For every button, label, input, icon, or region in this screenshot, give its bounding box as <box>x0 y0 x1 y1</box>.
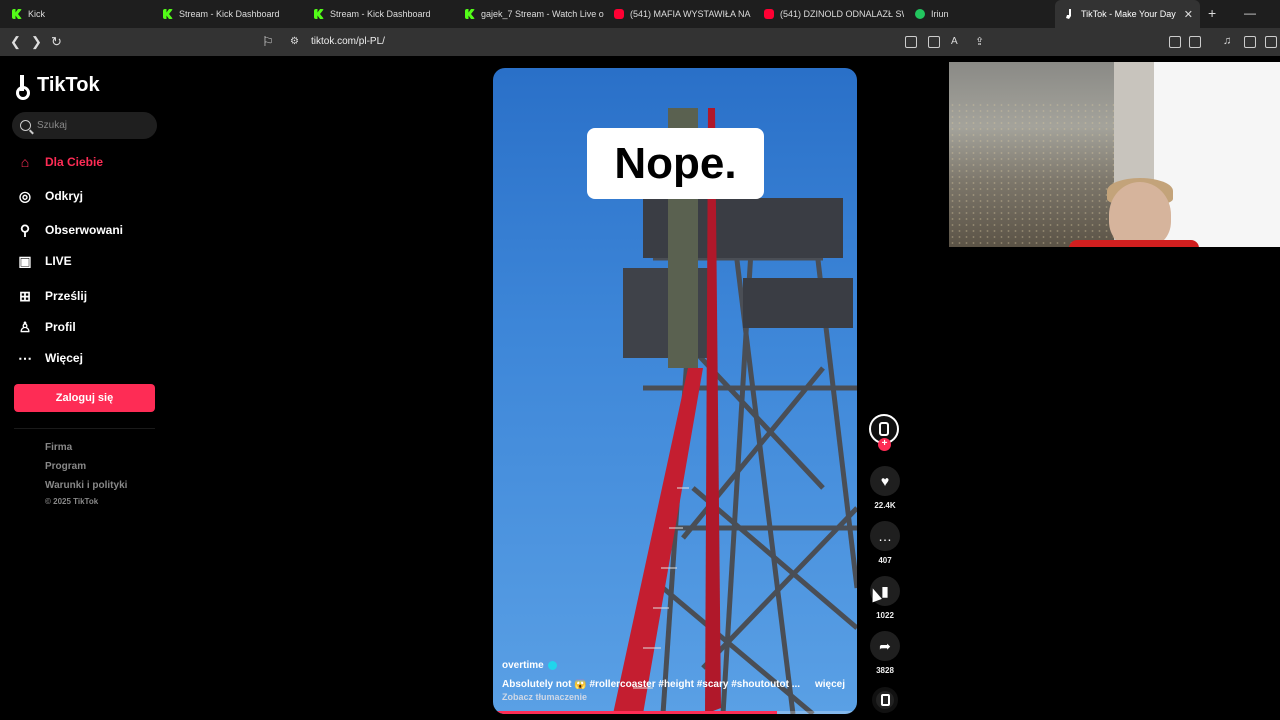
site-settings-icon[interactable]: ⚙ <box>290 36 299 47</box>
wallet-icon[interactable] <box>1265 36 1277 48</box>
city-lights-texture <box>949 102 1114 247</box>
screenshot-icon[interactable] <box>1189 36 1201 48</box>
reload-icon[interactable]: ↻ <box>51 34 62 50</box>
kick-icon <box>314 9 324 19</box>
browser-tab[interactable]: Stream - Kick Dashboard <box>153 0 303 28</box>
like-action[interactable]: ♥ 22.4K <box>869 466 901 510</box>
cast-icon[interactable] <box>928 36 940 48</box>
sidebar-item-upload[interactable]: ⊞ Prześlij <box>16 286 87 306</box>
user-follow-icon: ⚲ <box>19 221 31 238</box>
video-overlay-caption: Nope. <box>587 128 764 199</box>
profile-icon: ♙ <box>18 318 32 335</box>
like-count: 22.4K <box>874 501 896 510</box>
block-icon[interactable] <box>905 36 917 48</box>
sidebar-item-profile[interactable]: ♙ Profil <box>16 317 76 337</box>
forward-icon[interactable]: ❯ <box>31 34 42 50</box>
sidebar-item-for-you[interactable]: ⌂ Dla Ciebie <box>16 152 103 172</box>
verified-badge-icon <box>547 661 557 670</box>
tiktok-note-icon <box>16 74 34 100</box>
sidebar-item-explore[interactable]: ◎ Odkryj <box>16 186 83 206</box>
live-tv-icon: ▣ <box>18 252 32 269</box>
kick-icon <box>465 9 475 19</box>
overtime-logo-icon <box>879 422 889 436</box>
more-dots-icon: ⋯ <box>18 349 32 366</box>
comment-action[interactable]: … 407 <box>869 521 901 565</box>
person-face <box>1109 182 1171 247</box>
translate-link[interactable]: Zobacz tłumaczenie <box>502 692 587 702</box>
sidebar-divider <box>14 428 155 429</box>
video-author[interactable]: overtime <box>502 660 557 671</box>
music-icon[interactable]: ♫ <box>1223 35 1231 47</box>
video-player[interactable]: Nope. overtime Absolutely not 😱 #rollerc… <box>493 68 857 714</box>
browser-tab-bar: Kick Stream - Kick Dashboard Stream - Ki… <box>0 0 1280 28</box>
compass-icon: ◎ <box>18 187 32 204</box>
comment-count: 407 <box>878 556 892 565</box>
url-field[interactable]: tiktok.com/pl-PL/ <box>311 36 385 47</box>
share-icon[interactable]: ⇪ <box>975 35 984 48</box>
back-icon[interactable]: ❮ <box>10 34 21 50</box>
window-light <box>1154 62 1280 247</box>
video-description: Absolutely not 😱 #rollercoaster #height … <box>502 679 801 690</box>
save-count: 1022 <box>876 611 894 620</box>
search-bar[interactable] <box>12 112 157 139</box>
browser-tab[interactable]: gajek_7 Stream - Watch Live o <box>455 0 605 28</box>
music-disc-icon[interactable] <box>872 687 898 713</box>
browser-tab[interactable]: (541) DZINOLD ODNALAZŁ SW <box>754 0 904 28</box>
webcam-overlay <box>949 62 1280 247</box>
browser-tab[interactable]: Iriun <box>905 0 1055 28</box>
video-progress-bar[interactable] <box>493 711 857 714</box>
sidebar-toggle-icon[interactable] <box>1244 36 1256 48</box>
video-progress-fill <box>493 711 777 714</box>
comment-icon[interactable]: … <box>870 521 900 551</box>
sidebar-item-following[interactable]: ⚲ Obserwowani <box>16 220 123 240</box>
kick-icon <box>163 9 173 19</box>
youtube-icon <box>614 9 624 19</box>
person-shirt <box>1069 240 1199 247</box>
browser-tab-active[interactable]: TikTok - Make Your Day ✕ <box>1055 0 1200 28</box>
minimize-icon[interactable]: — <box>1244 6 1256 20</box>
browser-tab[interactable]: Stream - Kick Dashboard <box>304 0 454 28</box>
address-bar: ❮ ❯ ↻ ⚐ ⚙ tiktok.com/pl-PL/ A ⇪ ♫ <box>0 28 1280 77</box>
footer-link-terms[interactable]: Warunki i polityki <box>45 480 127 491</box>
bookmark-icon[interactable]: ⚐ <box>262 34 274 50</box>
follow-plus-icon[interactable]: + <box>878 438 891 451</box>
share-arrow-icon[interactable]: ➦ <box>870 631 900 661</box>
copyright-text: © 2025 TikTok <box>45 497 99 506</box>
new-tab-button[interactable]: + <box>1208 5 1216 21</box>
sidebar-item-more[interactable]: ⋯ Więcej <box>16 348 83 368</box>
login-button[interactable]: Zaloguj się <box>14 384 155 412</box>
home-icon: ⌂ <box>20 154 30 170</box>
search-icon <box>20 120 31 131</box>
share-count: 3828 <box>876 666 894 675</box>
sidebar-item-live[interactable]: ▣ LIVE <box>16 251 71 271</box>
youtube-icon <box>764 9 774 19</box>
browser-tab[interactable]: Kick <box>2 0 152 28</box>
disc-logo-icon <box>880 694 890 706</box>
browser-tab[interactable]: (541) MAFIA WYSTAWIŁA NA <box>604 0 754 28</box>
kick-icon <box>12 9 22 19</box>
upload-plus-icon: ⊞ <box>19 287 31 304</box>
search-input[interactable] <box>37 120 147 131</box>
extensions-icon[interactable] <box>1169 36 1181 48</box>
translate-icon[interactable]: A <box>951 36 958 47</box>
close-icon[interactable]: ✕ <box>1184 8 1193 21</box>
heart-icon[interactable]: ♥ <box>870 466 900 496</box>
share-action[interactable]: ➦ 3828 <box>869 631 901 675</box>
footer-link-program[interactable]: Program <box>45 461 86 472</box>
green-dot-icon <box>915 9 925 19</box>
creator-avatar[interactable]: + <box>869 414 901 454</box>
tiktok-icon <box>1066 9 1071 19</box>
tiktok-logo[interactable]: TikTok <box>16 74 100 100</box>
show-more-link[interactable]: więcej <box>815 679 845 690</box>
footer-link-company[interactable]: Firma <box>45 442 72 453</box>
